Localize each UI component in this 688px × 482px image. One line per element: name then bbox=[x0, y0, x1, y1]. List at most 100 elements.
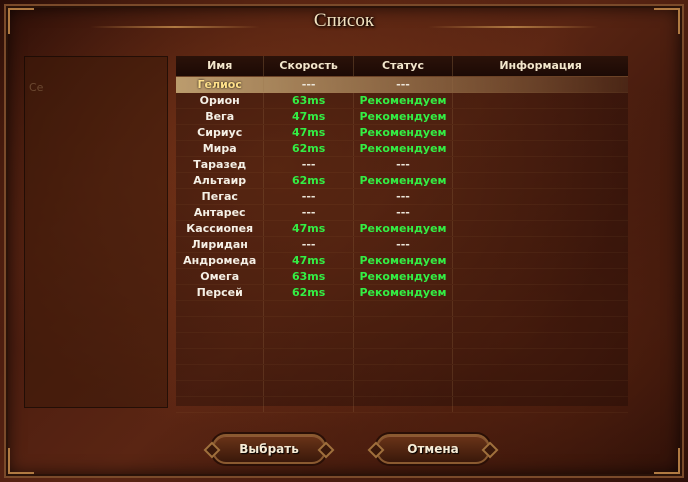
empty-cell bbox=[264, 333, 354, 348]
server-info bbox=[453, 109, 628, 124]
server-speed: --- bbox=[264, 157, 354, 172]
server-status: --- bbox=[354, 157, 454, 172]
table-row[interactable]: Омега 63ms Рекомендуем bbox=[176, 269, 628, 285]
empty-cell bbox=[176, 349, 265, 364]
table-row[interactable]: Андромеда 47ms Рекомендуем bbox=[176, 253, 628, 269]
server-status: Рекомендуем bbox=[354, 269, 454, 284]
server-status: --- bbox=[354, 77, 454, 92]
table-row[interactable]: Кассиопея 47ms Рекомендуем bbox=[176, 221, 628, 237]
empty-table-row bbox=[176, 381, 628, 397]
title-ornament bbox=[428, 26, 598, 28]
empty-cell bbox=[354, 317, 454, 332]
server-info bbox=[453, 141, 628, 156]
empty-cell bbox=[354, 365, 454, 380]
title-ornament bbox=[90, 26, 260, 28]
empty-cell bbox=[453, 397, 628, 412]
server-name: Вега bbox=[176, 109, 265, 124]
server-status: Рекомендуем bbox=[354, 141, 454, 156]
server-name: Кассиопея bbox=[176, 221, 265, 236]
empty-cell bbox=[264, 381, 354, 396]
server-info bbox=[453, 285, 628, 300]
server-speed: --- bbox=[264, 205, 354, 220]
empty-cell bbox=[176, 317, 265, 332]
empty-table-row bbox=[176, 333, 628, 349]
server-name: Персей bbox=[176, 285, 265, 300]
empty-table-row bbox=[176, 301, 628, 317]
frame-corner bbox=[8, 448, 34, 474]
empty-cell bbox=[354, 349, 454, 364]
server-group-panel: Се bbox=[24, 56, 168, 408]
server-info bbox=[453, 237, 628, 252]
server-name: Мира bbox=[176, 141, 265, 156]
window-title: Список bbox=[313, 10, 375, 31]
server-speed: 47ms bbox=[264, 109, 354, 124]
table-row[interactable]: Антарес --- --- bbox=[176, 205, 628, 221]
table-row[interactable]: Персей 62ms Рекомендуем bbox=[176, 285, 628, 301]
empty-cell bbox=[354, 301, 454, 316]
server-name: Омега bbox=[176, 269, 265, 284]
table-row[interactable]: Вега 47ms Рекомендуем bbox=[176, 109, 628, 125]
table-row[interactable]: Сириус 47ms Рекомендуем bbox=[176, 125, 628, 141]
server-info bbox=[453, 221, 628, 236]
empty-cell bbox=[176, 397, 265, 412]
server-name: Сириус bbox=[176, 125, 265, 140]
empty-cell bbox=[453, 365, 628, 380]
empty-cell bbox=[453, 333, 628, 348]
empty-cell bbox=[176, 301, 265, 316]
table-row[interactable]: Таразед --- --- bbox=[176, 157, 628, 173]
cancel-button[interactable]: Отмена bbox=[376, 434, 490, 464]
server-speed: 63ms bbox=[264, 93, 354, 108]
server-status: --- bbox=[354, 237, 454, 252]
server-speed: 62ms bbox=[264, 173, 354, 188]
empty-cell bbox=[264, 365, 354, 380]
empty-cell bbox=[453, 381, 628, 396]
column-header-info[interactable]: Информация bbox=[453, 56, 628, 76]
empty-cell bbox=[354, 333, 454, 348]
column-header-status[interactable]: Статус bbox=[354, 56, 454, 76]
server-speed: --- bbox=[264, 237, 354, 252]
empty-table-row bbox=[176, 349, 628, 365]
column-header-name[interactable]: Имя bbox=[176, 56, 265, 76]
table-row[interactable]: Мира 62ms Рекомендуем bbox=[176, 141, 628, 157]
table-row[interactable]: Гелиос --- --- bbox=[176, 77, 628, 93]
server-speed: 62ms bbox=[264, 141, 354, 156]
empty-cell bbox=[354, 381, 454, 396]
empty-cell bbox=[453, 349, 628, 364]
server-info bbox=[453, 173, 628, 188]
server-name: Андромеда bbox=[176, 253, 265, 268]
table-row[interactable]: Пегас --- --- bbox=[176, 189, 628, 205]
column-header-speed[interactable]: Скорость bbox=[264, 56, 354, 76]
server-status: Рекомендуем bbox=[354, 93, 454, 108]
frame-corner bbox=[654, 448, 680, 474]
server-info bbox=[453, 253, 628, 268]
title-bar: Список bbox=[0, 6, 688, 38]
empty-cell bbox=[264, 301, 354, 316]
server-speed: --- bbox=[264, 189, 354, 204]
table-row[interactable]: Орион 63ms Рекомендуем bbox=[176, 93, 628, 109]
server-status: Рекомендуем bbox=[354, 109, 454, 124]
empty-cell bbox=[264, 317, 354, 332]
empty-cell bbox=[453, 301, 628, 316]
table-row[interactable]: Альтаир 62ms Рекомендуем bbox=[176, 173, 628, 189]
server-status: Рекомендуем bbox=[354, 125, 454, 140]
server-name: Гелиос bbox=[176, 77, 265, 92]
server-info bbox=[453, 93, 628, 108]
server-speed: 47ms bbox=[264, 253, 354, 268]
select-button[interactable]: Выбрать bbox=[212, 434, 326, 464]
server-status: Рекомендуем bbox=[354, 221, 454, 236]
server-speed: 62ms bbox=[264, 285, 354, 300]
empty-cell bbox=[453, 317, 628, 332]
server-info bbox=[453, 125, 628, 140]
empty-cell bbox=[354, 397, 454, 412]
server-status: Рекомендуем bbox=[354, 253, 454, 268]
table-body: Гелиос --- --- Орион 63ms Рекомендуем Вега 47ms… bbox=[176, 77, 628, 413]
server-name: Альтаир bbox=[176, 173, 265, 188]
server-info bbox=[453, 157, 628, 172]
empty-table-row bbox=[176, 397, 628, 413]
table-row[interactable]: Лиридан --- --- bbox=[176, 237, 628, 253]
server-list-table: Имя Скорость Статус Информация Гелиос ---… bbox=[176, 56, 628, 413]
empty-cell bbox=[264, 397, 354, 412]
server-speed: 47ms bbox=[264, 221, 354, 236]
server-info bbox=[453, 205, 628, 220]
server-name: Лиридан bbox=[176, 237, 265, 252]
